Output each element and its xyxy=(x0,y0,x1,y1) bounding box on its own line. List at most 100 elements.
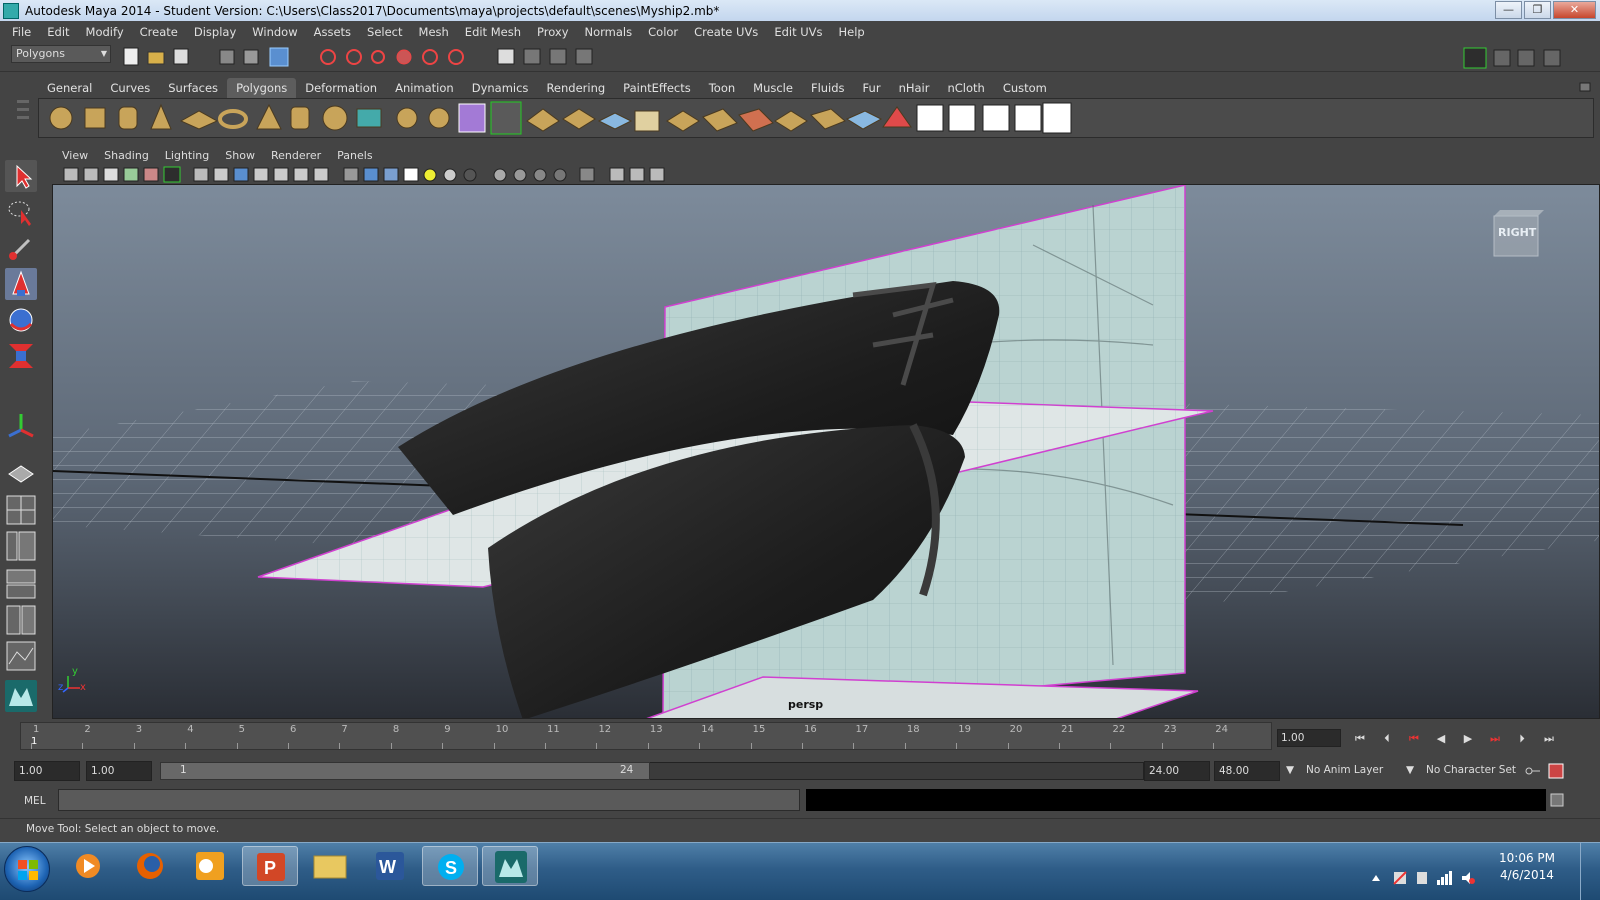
shelf-tab-rendering[interactable]: Rendering xyxy=(537,78,614,98)
step-forward-frame-button[interactable]: ⏵ xyxy=(1512,730,1532,748)
device-icon[interactable] xyxy=(1414,870,1430,886)
shelf-tab-nhair[interactable]: nHair xyxy=(890,78,939,98)
menu-window[interactable]: Window xyxy=(244,25,305,39)
maya-taskbar-icon[interactable] xyxy=(482,846,538,886)
menu-edit-mesh[interactable]: Edit Mesh xyxy=(457,25,529,39)
shelf-tab-curves[interactable]: Curves xyxy=(101,78,159,98)
outlook-icon[interactable] xyxy=(182,846,238,886)
go-to-end-button[interactable]: ⏭ xyxy=(1539,730,1559,748)
scale-tool-icon[interactable] xyxy=(5,340,37,372)
panel-menu-view[interactable]: View xyxy=(54,149,96,162)
manipulator-tool-icon[interactable] xyxy=(5,410,37,442)
show-hidden-icons-icon[interactable] xyxy=(1368,870,1384,886)
lasso-tool-icon[interactable] xyxy=(5,196,37,228)
panel-menu-show[interactable]: Show xyxy=(217,149,263,162)
menu-proxy[interactable]: Proxy xyxy=(529,25,577,39)
panel-menu-lighting[interactable]: Lighting xyxy=(157,149,217,162)
step-back-key-button[interactable]: ⏮ xyxy=(1404,730,1424,748)
shelf-tab-surfaces[interactable]: Surfaces xyxy=(159,78,227,98)
outliner-layout-icon[interactable] xyxy=(5,530,37,562)
panel-menu-panels[interactable]: Panels xyxy=(329,149,380,162)
playback-end-field[interactable]: 24.00 xyxy=(1144,761,1210,781)
menu-mesh[interactable]: Mesh xyxy=(411,25,457,39)
start-time-field[interactable]: 1.00 xyxy=(14,761,80,781)
maximize-button[interactable]: ❐ xyxy=(1524,1,1551,19)
anim-layer-dropdown[interactable]: No Anim Layer xyxy=(1306,764,1383,776)
uv-editor-layout-icon[interactable] xyxy=(5,640,37,672)
panel-menu-shading[interactable]: Shading xyxy=(96,149,157,162)
menu-create[interactable]: Create xyxy=(132,25,186,39)
shelf-tab-toon[interactable]: Toon xyxy=(700,78,744,98)
action-center-icon[interactable] xyxy=(1392,870,1408,886)
current-time-field[interactable]: 1.00 xyxy=(1277,729,1341,747)
shelf-tab-ncloth[interactable]: nCloth xyxy=(938,78,993,98)
play-backwards-button[interactable]: ◀ xyxy=(1431,730,1451,748)
menu-select[interactable]: Select xyxy=(359,25,410,39)
anim-layer-chevron-icon[interactable]: ▼ xyxy=(1286,764,1294,776)
start-button[interactable] xyxy=(4,846,50,892)
shelf-tab-custom[interactable]: Custom xyxy=(994,78,1056,98)
shelf-tab-fur[interactable]: Fur xyxy=(854,78,890,98)
shelf-tab-dynamics[interactable]: Dynamics xyxy=(463,78,538,98)
maya-logo-icon[interactable] xyxy=(5,680,37,712)
powerpoint-icon[interactable]: P xyxy=(242,846,298,886)
play-forwards-button[interactable]: ▶ xyxy=(1458,730,1478,748)
shelf-tab-muscle[interactable]: Muscle xyxy=(744,78,802,98)
menu-edit-uvs[interactable]: Edit UVs xyxy=(766,25,830,39)
file-explorer-icon[interactable] xyxy=(302,846,358,886)
menu-file[interactable]: File xyxy=(4,25,39,39)
view-cube[interactable]: RIGHT xyxy=(1488,208,1544,260)
select-tool-icon[interactable] xyxy=(5,160,37,192)
command-line-input[interactable] xyxy=(58,789,800,811)
firefox-icon[interactable] xyxy=(122,846,178,886)
playback-start-field[interactable]: 1.00 xyxy=(86,761,152,781)
skype-icon[interactable]: S xyxy=(422,846,478,886)
go-to-start-button[interactable]: ⏮ xyxy=(1350,730,1370,748)
single-pane-layout-icon[interactable] xyxy=(5,458,37,490)
command-language-label[interactable]: MEL xyxy=(24,795,46,807)
rotate-tool-icon[interactable] xyxy=(5,304,37,336)
shelf-handle[interactable] xyxy=(14,80,32,138)
step-back-frame-button[interactable]: ⏴ xyxy=(1377,730,1397,748)
maya-app-icon[interactable] xyxy=(3,2,19,19)
shelf-tab-polygons[interactable]: Polygons xyxy=(227,78,297,98)
menu-normals[interactable]: Normals xyxy=(577,25,641,39)
menu-modify[interactable]: Modify xyxy=(78,25,132,39)
show-desktop-button[interactable] xyxy=(1580,842,1600,900)
shelf-tab-animation[interactable]: Animation xyxy=(386,78,463,98)
menu-display[interactable]: Display xyxy=(186,25,244,39)
end-time-field[interactable]: 48.00 xyxy=(1214,761,1280,781)
media-player-icon[interactable] xyxy=(60,846,116,886)
four-pane-layout-icon[interactable] xyxy=(5,494,37,526)
shelf-menu-icon[interactable] xyxy=(1578,80,1592,94)
menu-set-dropdown[interactable]: Polygons ▼ xyxy=(11,45,111,63)
shelf-tab-painteffects[interactable]: PaintEffects xyxy=(614,78,700,98)
animation-preferences-icon[interactable] xyxy=(1548,763,1564,779)
step-forward-key-button[interactable]: ⏭ xyxy=(1485,730,1505,748)
auto-key-icon[interactable] xyxy=(1524,763,1542,779)
shelf-tab-fluids[interactable]: Fluids xyxy=(802,78,854,98)
menu-create-uvs[interactable]: Create UVs xyxy=(686,25,766,39)
paint-select-tool-icon[interactable] xyxy=(5,232,37,264)
move-tool-icon[interactable] xyxy=(5,268,37,300)
perspective-viewport[interactable] xyxy=(52,184,1600,719)
range-slider-handle[interactable] xyxy=(160,762,650,780)
menu-help[interactable]: Help xyxy=(831,25,873,39)
menu-color[interactable]: Color xyxy=(640,25,686,39)
character-set-chevron-icon[interactable]: ▼ xyxy=(1406,764,1414,776)
hypershade-layout-icon[interactable] xyxy=(5,604,37,636)
shelf-tab-deformation[interactable]: Deformation xyxy=(296,78,386,98)
panel-menu-renderer[interactable]: Renderer xyxy=(263,149,329,162)
word-icon[interactable]: W xyxy=(362,846,418,886)
system-clock[interactable]: 10:06 PM 4/6/2014 xyxy=(1498,850,1556,884)
menu-assets[interactable]: Assets xyxy=(306,25,359,39)
menu-edit[interactable]: Edit xyxy=(39,25,77,39)
minimize-button[interactable]: — xyxy=(1495,1,1522,19)
script-editor-icon[interactable] xyxy=(1550,793,1564,807)
graph-layout-icon[interactable] xyxy=(5,568,37,600)
time-slider[interactable]: 1 2 3 4 5 6 7 8 9 10 11 12 13 14 15 16 17 18 19 20 21 22 23 24 xyxy=(20,722,1272,750)
shelf-tab-general[interactable]: General xyxy=(38,78,101,98)
volume-muted-icon[interactable] xyxy=(1460,870,1476,886)
character-set-dropdown[interactable]: No Character Set xyxy=(1426,764,1516,776)
close-button[interactable]: ✕ xyxy=(1553,1,1596,19)
